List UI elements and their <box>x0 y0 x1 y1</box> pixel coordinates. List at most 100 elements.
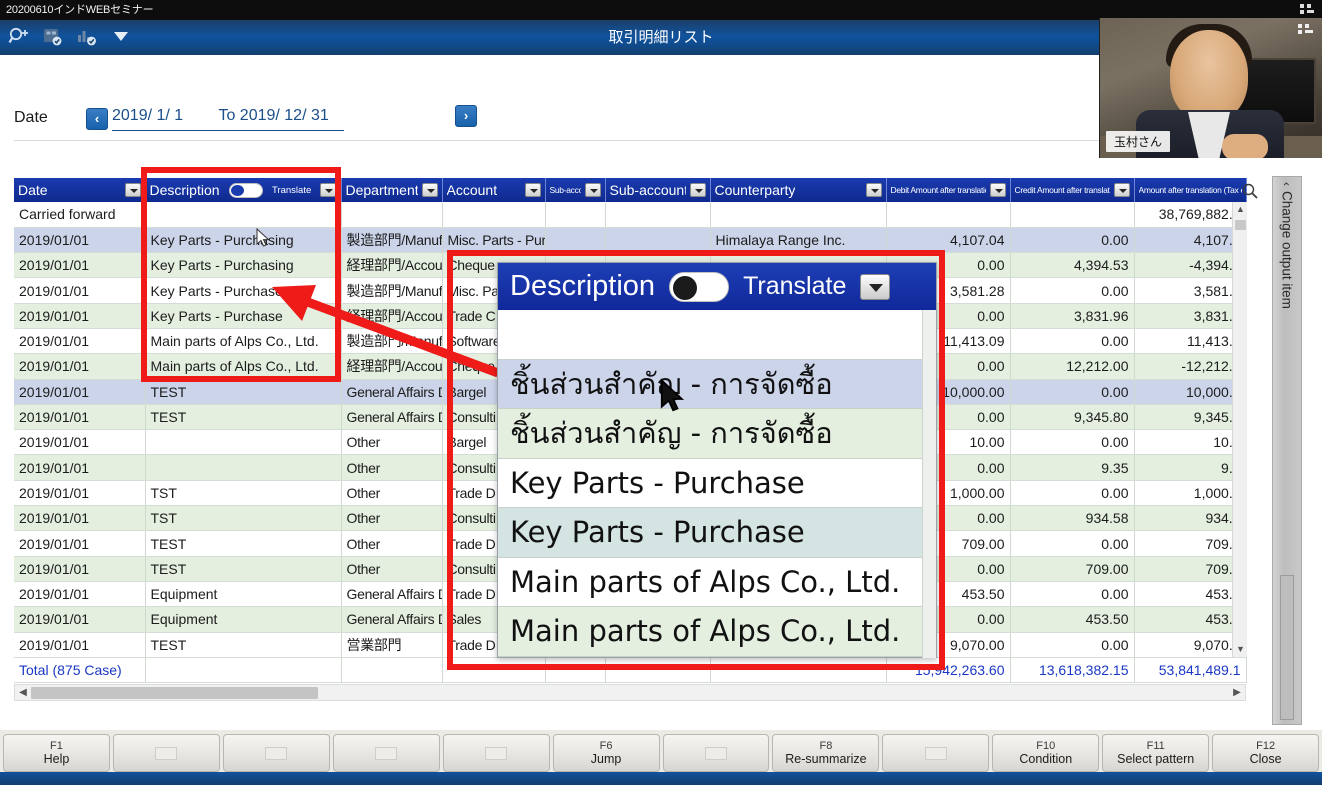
vertical-scrollbar[interactable]: ▲ ▼ <box>1232 202 1247 657</box>
date-cell: Carried forward <box>14 202 146 228</box>
popup-list-item[interactable] <box>498 310 936 360</box>
popup-list-item[interactable]: ชิ้นส่วนสำคัญ - การจัดซื้อ <box>498 409 936 459</box>
function-key-f12[interactable]: F12 Close <box>1212 734 1320 772</box>
column-header-debit-amount[interactable]: Debit Amount after translation <box>886 178 1011 202</box>
column-header-amount-tax-excluded[interactable]: Amount after translation (Tax excluded) <box>1134 178 1247 202</box>
department-cell <box>341 202 443 228</box>
translate-toggle[interactable] <box>228 182 263 198</box>
department-cell: 経理部門/Accounting Division <box>341 252 443 279</box>
function-key-list: F1 Help F6 Jump F8 Re-summarize F10 Condition F1… <box>3 734 1320 772</box>
department-cell: Other <box>341 556 443 582</box>
total-blank <box>442 656 546 684</box>
search-plus-icon[interactable] <box>8 26 30 48</box>
function-key-f10[interactable]: F10 Condition <box>992 734 1100 772</box>
change-output-item-label: Change output item <box>1279 191 1295 309</box>
column-label: Sub-account code <box>549 185 581 195</box>
chevron-down-icon[interactable] <box>989 183 1006 197</box>
popup-list-item[interactable]: Main parts of Alps Co., Ltd. <box>498 557 936 607</box>
chevron-down-icon[interactable] <box>1113 183 1130 197</box>
column-header-account[interactable]: Account <box>442 178 546 202</box>
function-key-blank-3[interactable] <box>332 734 440 772</box>
window-controls-icon[interactable] <box>1300 4 1316 16</box>
scroll-right-arrow[interactable]: ▶ <box>1229 685 1245 700</box>
credit-amount-cell: 0.00 <box>1010 480 1135 507</box>
credit-amount-cell: 0.00 <box>1010 277 1135 304</box>
date-range-value[interactable]: 2019/ 1/ 1 To 2019/ 12/ 31 <box>112 107 344 131</box>
popup-chevron-down-icon[interactable] <box>860 273 891 300</box>
column-header-sub-account[interactable]: Sub-account <box>605 178 711 202</box>
department-cell: 製造部門/Manufacturing Division <box>341 328 443 355</box>
table-total-row: Total (875 Case) 15,942,263.60 13,618,382.… <box>14 656 1247 684</box>
column-header-sub-account-code[interactable]: Sub-account code <box>545 178 606 202</box>
horizontal-scrollbar[interactable]: ◀ ▶ <box>14 684 1246 701</box>
more-options-icon[interactable] <box>110 26 132 48</box>
side-panel-scroll-thumb[interactable] <box>1280 575 1294 720</box>
amount-cell: 934.5 <box>1134 505 1247 532</box>
chevron-down-icon[interactable] <box>421 183 438 197</box>
scroll-up-arrow[interactable]: ▲ <box>1233 202 1248 217</box>
popup-scrollbar[interactable] <box>922 310 936 658</box>
scroll-down-arrow[interactable]: ▼ <box>1233 642 1248 657</box>
video-person-hand <box>1222 134 1268 158</box>
department-cell: Other <box>341 530 443 557</box>
column-header-counterparty[interactable]: Counterparty <box>710 178 887 202</box>
sub-account-cell <box>605 202 711 228</box>
credit-amount-cell: 934.58 <box>1010 505 1135 532</box>
column-header-department[interactable]: Department <box>341 178 443 202</box>
scroll-left-arrow[interactable]: ◀ <box>15 685 31 700</box>
popup-translate-toggle[interactable] <box>669 271 730 302</box>
date-cell: 2019/01/01 <box>14 454 146 481</box>
function-key-blank-8[interactable] <box>882 734 990 772</box>
credit-amount-cell: 0.00 <box>1010 379 1135 405</box>
total-blank <box>605 656 711 684</box>
credit-amount-cell: 9,345.80 <box>1010 404 1135 431</box>
chevron-down-icon[interactable] <box>584 183 601 197</box>
function-key-blank-6[interactable] <box>662 734 770 772</box>
popup-list-item[interactable]: Key Parts - Purchase <box>498 508 936 558</box>
column-header-credit-amount[interactable]: Credit Amount after translation <box>1010 178 1135 202</box>
column-label: Date <box>18 182 48 198</box>
function-key-bar: F1 Help F6 Jump F8 Re-summarize F10 Condition F1… <box>0 730 1322 785</box>
popup-row-list: ชิ้นส่วนสำคัญ - การจัดซื้อ ชิ้นส่วนสำคัญ … <box>498 310 936 658</box>
chevron-down-icon[interactable] <box>320 183 337 197</box>
polls-icon[interactable] <box>76 26 98 48</box>
department-cell: 経理部門/Accounting Division <box>341 303 443 329</box>
video-window-controls-icon[interactable] <box>1298 24 1315 36</box>
popup-list-item[interactable]: Main parts of Alps Co., Ltd. <box>498 607 936 657</box>
video-thumbnail[interactable]: 玉村さん <box>1099 18 1322 158</box>
scrollbar-thumb[interactable] <box>1235 220 1246 230</box>
chevron-down-icon[interactable] <box>865 183 882 197</box>
column-header-date[interactable]: Date <box>14 178 146 202</box>
function-key-blank-4[interactable] <box>442 734 550 772</box>
date-next-button[interactable]: › <box>455 105 477 127</box>
function-key-blank-1[interactable] <box>112 734 220 772</box>
description-cell <box>145 454 342 481</box>
total-amount: 53,841,489.1 <box>1134 656 1247 684</box>
function-key-f8[interactable]: F8 Re-summarize <box>772 734 880 772</box>
grid-search-icon[interactable] <box>1241 182 1259 200</box>
column-header-description[interactable]: Description Translate <box>145 178 342 202</box>
function-key-blank-2[interactable] <box>222 734 330 772</box>
table-row[interactable]: Carried forward 38,769,882.0 <box>14 202 1247 228</box>
department-cell: Other <box>341 505 443 532</box>
date-cell: 2019/01/01 <box>14 303 146 329</box>
function-key-f6[interactable]: F6 Jump <box>552 734 660 772</box>
scrollbar-thumb[interactable] <box>31 687 318 699</box>
table-row[interactable]: 2019/01/01 Key Parts - Purchasing 製造部門/Man… <box>14 227 1247 254</box>
account-cell <box>442 202 546 228</box>
description-cell: TST <box>145 480 342 507</box>
total-blank <box>710 656 887 684</box>
function-key-f11[interactable]: F11 Select pattern <box>1102 734 1210 772</box>
date-cell: 2019/01/01 <box>14 581 146 608</box>
date-cell: 2019/01/01 <box>14 379 146 405</box>
popup-list-item[interactable]: ชิ้นส่วนสำคัญ - การจัดซื้อ <box>498 359 936 409</box>
chevron-down-icon[interactable] <box>689 183 706 197</box>
function-key-code: F1 <box>50 739 63 752</box>
participants-icon[interactable] <box>42 26 64 48</box>
date-cell: 2019/01/01 <box>14 252 146 279</box>
function-key-f1[interactable]: F1 Help <box>3 734 110 772</box>
chevron-down-icon[interactable] <box>524 183 541 197</box>
popup-list-item[interactable]: Key Parts - Purchase <box>498 458 936 508</box>
chevron-down-icon[interactable] <box>124 183 141 197</box>
date-prev-button[interactable]: ‹ <box>86 108 108 130</box>
